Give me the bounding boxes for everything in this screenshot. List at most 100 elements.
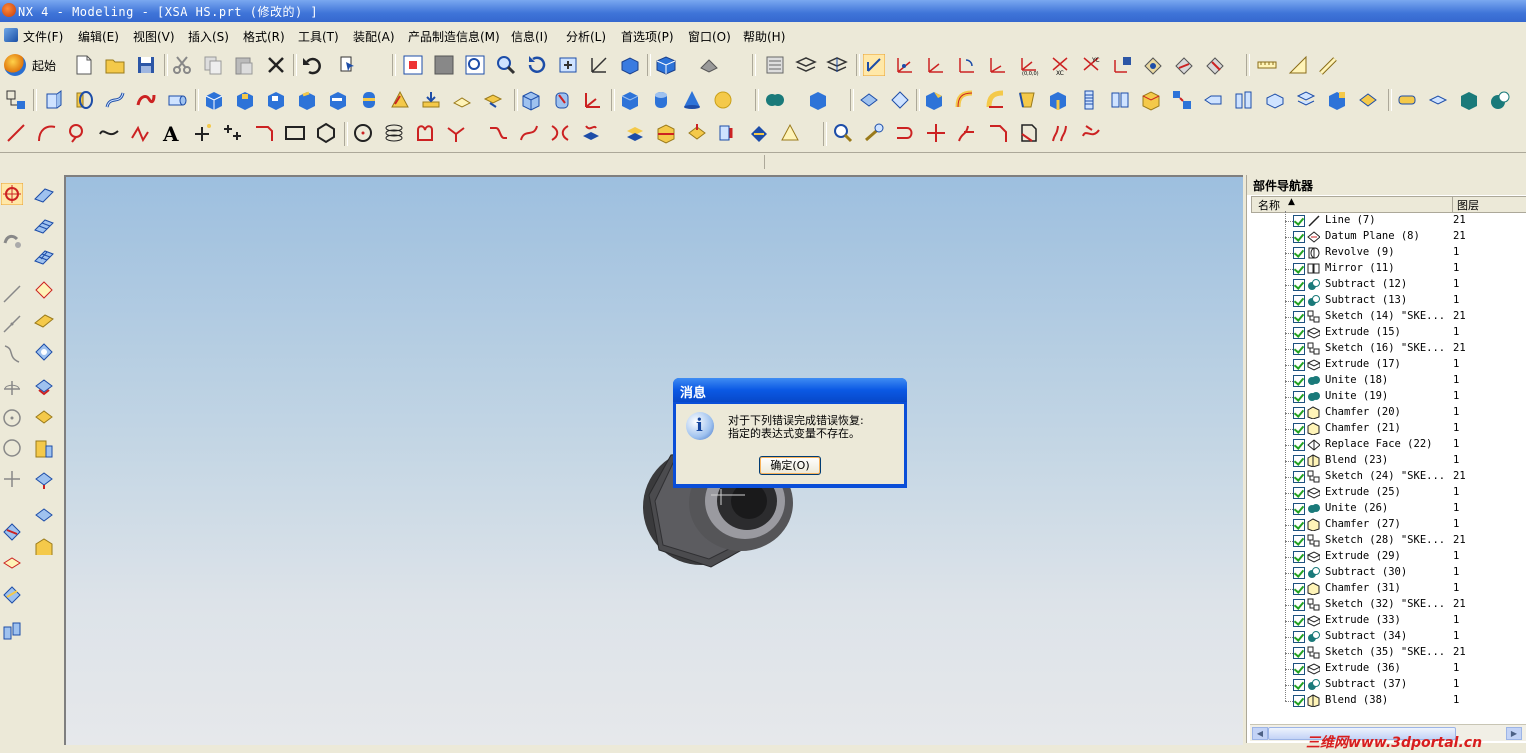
navigator-row[interactable]: Extrude (33) 1 [1247, 613, 1526, 629]
wrap-geometry-icon[interactable] [1357, 89, 1379, 111]
dimension-tool-icon[interactable] [1, 229, 23, 251]
pan-icon[interactable] [557, 54, 579, 76]
visibility-checkbox[interactable] [1293, 455, 1305, 467]
visibility-checkbox[interactable] [1293, 215, 1305, 227]
wrap-curve-icon[interactable] [717, 122, 739, 144]
menu-assembly[interactable]: 装配(A) [353, 28, 395, 45]
csys-orient-icon[interactable] [987, 54, 1009, 76]
measure-body-icon[interactable] [1204, 54, 1226, 76]
pad-icon[interactable] [296, 89, 318, 111]
column-header-layer[interactable]: 图层 [1452, 196, 1526, 213]
navigator-row[interactable]: Datum Plane (8) 21 [1247, 229, 1526, 245]
section-surface-icon[interactable] [33, 309, 55, 331]
edit-fillet-icon[interactable] [987, 122, 1009, 144]
surface-tool-2-icon[interactable] [1, 551, 23, 573]
navigator-row[interactable]: Chamfer (20) 1 [1247, 405, 1526, 421]
visibility-checkbox[interactable] [1293, 471, 1305, 483]
navigator-row[interactable]: Line (7) 21 [1247, 213, 1526, 229]
ruler-icon[interactable] [1256, 54, 1278, 76]
cylinder-icon[interactable] [551, 89, 573, 111]
cross-point-icon[interactable] [1, 468, 23, 490]
bounded-plane-icon[interactable] [482, 89, 504, 111]
join-curve-icon[interactable] [549, 122, 571, 144]
boss-icon[interactable] [234, 89, 256, 111]
orient-view-icon[interactable] [655, 54, 677, 76]
zoom-icon[interactable] [495, 54, 517, 76]
document-icon[interactable] [4, 28, 18, 42]
trim-corner-icon[interactable] [925, 122, 947, 144]
cone-icon[interactable] [681, 89, 703, 111]
menu-format[interactable]: 格式(R) [243, 28, 285, 45]
visibility-checkbox[interactable] [1293, 327, 1305, 339]
shell-icon[interactable] [858, 89, 880, 111]
render-style-icon[interactable] [619, 54, 641, 76]
surface-through-curves-icon[interactable] [33, 185, 55, 207]
visibility-checkbox[interactable] [1293, 535, 1305, 547]
open-folder-icon[interactable] [104, 54, 126, 76]
offset-face-icon[interactable] [889, 89, 911, 111]
dimension-icon[interactable] [1318, 54, 1340, 76]
line-tool-icon[interactable] [1, 283, 23, 305]
point-set-icon[interactable] [222, 122, 244, 144]
shaded-icon[interactable] [698, 54, 720, 76]
cut-icon[interactable] [171, 54, 193, 76]
intersect-curve-icon[interactable] [624, 122, 646, 144]
edge-blend-icon[interactable] [807, 89, 829, 111]
edit-curve-parameters-icon[interactable] [863, 122, 885, 144]
visibility-checkbox[interactable] [1293, 295, 1305, 307]
visibility-checkbox[interactable] [1293, 615, 1305, 627]
measure-angle-icon[interactable] [1173, 54, 1195, 76]
surface-mesh-icon[interactable] [33, 216, 55, 238]
visibility-checkbox[interactable] [1293, 631, 1305, 643]
pattern-face-icon[interactable] [1171, 89, 1193, 111]
menu-preferences[interactable]: 首选项(P) [621, 28, 674, 45]
surface-tool-4-icon[interactable] [1, 619, 23, 641]
navigator-row[interactable]: Revolve (9) 1 [1247, 245, 1526, 261]
hole-icon[interactable] [203, 89, 225, 111]
navigator-row[interactable]: Sketch (32) "SKE... 21 [1247, 597, 1526, 613]
isoparametric-curve-icon[interactable] [748, 122, 770, 144]
visibility-checkbox[interactable] [1293, 519, 1305, 531]
curve-analysis-icon[interactable] [832, 122, 854, 144]
groove-icon[interactable] [358, 89, 380, 111]
scroll-right-icon[interactable]: ▶ [1506, 727, 1522, 740]
promote-body-icon[interactable] [1458, 89, 1480, 111]
visibility-checkbox[interactable] [1293, 567, 1305, 579]
navigator-row[interactable]: Extrude (15) 1 [1247, 325, 1526, 341]
curve-tool-icon[interactable] [1, 343, 23, 365]
intersect-icon[interactable] [1489, 89, 1511, 111]
section-curve-icon[interactable] [655, 122, 677, 144]
visibility-checkbox[interactable] [1293, 359, 1305, 371]
visibility-checkbox[interactable] [1293, 599, 1305, 611]
sew-icon[interactable] [1202, 89, 1224, 111]
trim-curve-icon[interactable] [894, 122, 916, 144]
bridge-surface-icon[interactable] [33, 340, 55, 362]
law-extension-icon[interactable] [33, 469, 55, 491]
simplify-icon[interactable] [1396, 89, 1418, 111]
navigator-row[interactable]: Extrude (36) 1 [1247, 661, 1526, 677]
menu-analysis[interactable]: 分析(L) [566, 28, 606, 45]
csys-rotate-icon[interactable] [956, 54, 978, 76]
visibility-checkbox[interactable] [1293, 663, 1305, 675]
point-spline-icon[interactable] [129, 122, 151, 144]
split-body-icon[interactable] [1295, 89, 1317, 111]
navigator-row[interactable]: Subtract (13) 1 [1247, 293, 1526, 309]
navigator-row[interactable]: Extrude (29) 1 [1247, 549, 1526, 565]
stretch-curve-icon[interactable] [1049, 122, 1071, 144]
zoom-window-icon[interactable] [433, 54, 455, 76]
navigator-row[interactable]: Chamfer (21) 1 [1247, 421, 1526, 437]
dialog-title-bar[interactable]: 消息 [673, 378, 907, 402]
offset-surface-icon[interactable] [33, 407, 55, 429]
trim-body-icon[interactable] [1264, 89, 1286, 111]
extract-geometry-icon[interactable] [420, 89, 442, 111]
select-filter-icon[interactable] [338, 54, 360, 76]
face-blend-icon[interactable] [985, 89, 1007, 111]
visibility-checkbox[interactable] [1293, 391, 1305, 403]
boolean-unite-icon[interactable] [764, 89, 786, 111]
extrude-icon[interactable] [42, 89, 64, 111]
draft-icon[interactable] [1016, 89, 1038, 111]
line-arc-icon[interactable] [67, 122, 89, 144]
navigator-row[interactable]: Subtract (12) 1 [1247, 277, 1526, 293]
navigator-row[interactable]: Sketch (28) "SKE... 21 [1247, 533, 1526, 549]
sphere-icon[interactable] [712, 89, 734, 111]
